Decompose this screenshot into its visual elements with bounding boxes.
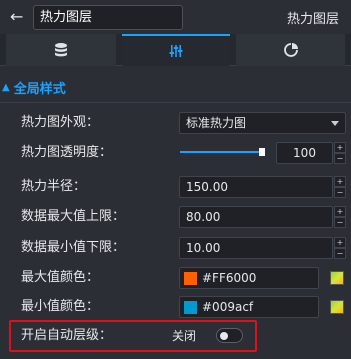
tab-style[interactable]: [122, 34, 230, 66]
collapse-caret-icon: ▲: [2, 81, 10, 93]
layer-name-input[interactable]: 热力图层: [33, 5, 183, 30]
radius-input[interactable]: 150.00: [179, 176, 333, 198]
tab-data[interactable]: [6, 34, 116, 66]
min-color-label: 最小值颜色：: [21, 299, 100, 314]
min-limit-label: 数据最小值下限：: [21, 240, 126, 255]
panel-header: ← 热力图层 热力图层: [0, 0, 351, 34]
min-color-picker-icon[interactable]: [330, 300, 344, 314]
auto-level-toggle[interactable]: [216, 328, 243, 343]
max-color-swatch[interactable]: [184, 272, 197, 285]
section-title: 全局样式: [13, 81, 66, 97]
divider: [0, 102, 351, 103]
radius-increment-button[interactable]: +: [334, 176, 346, 187]
min-decrement-button[interactable]: −: [334, 248, 346, 259]
chevron-down-icon: [331, 121, 339, 126]
max-color-picker-icon[interactable]: [330, 271, 344, 285]
database-icon: [55, 43, 67, 57]
max-limit-label: 数据最大值上限：: [21, 209, 126, 224]
slider-track: [180, 151, 262, 153]
tab-bar: [0, 34, 351, 66]
tab-interaction[interactable]: [236, 34, 345, 66]
appearance-select[interactable]: 标准热力图: [179, 112, 346, 134]
min-color-input[interactable]: #009acf: [179, 296, 319, 318]
back-arrow-icon[interactable]: ←: [10, 7, 28, 27]
min-color-swatch[interactable]: [184, 301, 197, 314]
min-limit-input[interactable]: 10.00: [179, 237, 333, 259]
opacity-label: 热力图透明度：: [21, 145, 113, 160]
max-color-value: #FF6000: [202, 271, 257, 285]
min-increment-button[interactable]: +: [334, 237, 346, 248]
sliders-icon: [169, 45, 183, 57]
opacity-slider[interactable]: [180, 148, 265, 156]
appearance-label: 热力图外观：: [21, 115, 100, 130]
slider-handle[interactable]: [259, 148, 265, 156]
decrement-button[interactable]: −: [334, 153, 346, 164]
auto-level-state: 关闭: [172, 329, 197, 343]
min-color-value: #009acf: [202, 300, 254, 314]
max-color-input[interactable]: #FF6000: [179, 267, 319, 289]
toggle-knob: [220, 332, 228, 340]
auto-level-label: 开启自动层级：: [21, 328, 113, 343]
max-color-label: 最大值颜色：: [21, 270, 100, 285]
pie-chart-icon: [283, 43, 298, 57]
increment-button[interactable]: +: [334, 142, 346, 153]
appearance-value: 标准热力图: [186, 116, 247, 130]
radius-decrement-button[interactable]: −: [334, 187, 346, 198]
section-global-style[interactable]: ▲ 全局样式: [0, 76, 351, 98]
opacity-input[interactable]: 100: [276, 142, 333, 164]
max-decrement-button[interactable]: −: [334, 217, 346, 228]
max-increment-button[interactable]: +: [334, 206, 346, 217]
radius-label: 热力半径：: [21, 179, 87, 194]
panel-title: 热力图层: [286, 12, 339, 27]
max-limit-input[interactable]: 80.00: [179, 206, 333, 228]
